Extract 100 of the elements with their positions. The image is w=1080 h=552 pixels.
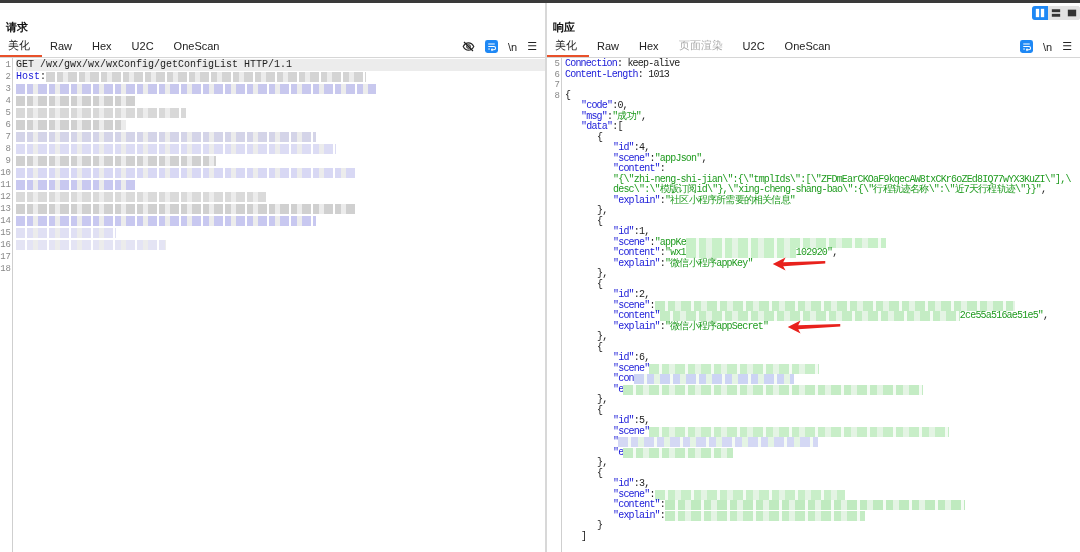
line-number: 7 bbox=[4, 131, 12, 143]
code-text: :4, bbox=[633, 143, 650, 153]
code-text: , bbox=[701, 153, 707, 164]
header-key: "id" bbox=[613, 479, 634, 490]
code-text: :0, bbox=[612, 101, 628, 111]
header-key: "msg" bbox=[581, 111, 607, 122]
header-key: Content-Length bbox=[565, 69, 638, 80]
tab[interactable]: U2C bbox=[734, 36, 777, 57]
header-key: "scene" bbox=[613, 237, 650, 248]
header-key: "id" bbox=[613, 353, 634, 364]
code-text: , bbox=[832, 248, 838, 259]
line-number: 4 bbox=[4, 95, 12, 107]
header-key: " bbox=[613, 437, 619, 448]
tab[interactable]: Hex bbox=[631, 36, 671, 57]
code-text: , bbox=[641, 111, 647, 122]
code-text: { bbox=[597, 132, 603, 143]
code-text: :2, bbox=[633, 290, 650, 300]
toolbar-button[interactable]: \n bbox=[507, 40, 518, 53]
code-text: }, bbox=[597, 332, 608, 343]
line-number: 3 bbox=[4, 83, 12, 95]
code-text: : bbox=[659, 321, 665, 332]
tab[interactable]: 美化 bbox=[547, 36, 589, 57]
header-key: "scene" bbox=[613, 489, 650, 500]
tab[interactable]: OneScan bbox=[165, 36, 232, 57]
code-text: : 1013 bbox=[637, 69, 670, 80]
code-text: { bbox=[597, 405, 603, 416]
tab[interactable]: Raw bbox=[42, 36, 84, 57]
header-key: "scene" bbox=[613, 300, 650, 311]
string-value: "{\"zhi-neng-shi-jian\":{\"tmplIds\":[\"ZFDmEarCKOaF9kqecAW8txCKr6oZEd8IQ77wYX3KuZI\"],\ bbox=[613, 174, 1071, 185]
toolbar-button[interactable]: ☰ bbox=[527, 40, 537, 53]
code-text: : bbox=[659, 164, 665, 174]
header-key: "code" bbox=[581, 101, 613, 112]
layout-toggle[interactable] bbox=[1064, 6, 1080, 20]
line-number: 7 bbox=[553, 80, 561, 91]
code-text: }, bbox=[597, 206, 608, 217]
code-text: { bbox=[597, 342, 603, 353]
tab[interactable]: U2C bbox=[123, 36, 166, 57]
header-key: "explain" bbox=[613, 510, 660, 521]
code-text: :[ bbox=[612, 122, 623, 133]
line-number: 16 bbox=[0, 239, 12, 251]
wrap-icon[interactable] bbox=[484, 40, 498, 53]
string-value: "社区小程序所需要的相关信息" bbox=[665, 195, 796, 206]
header-key: "data" bbox=[581, 122, 613, 133]
line-number: 6 bbox=[553, 69, 561, 80]
line-number: 12 bbox=[0, 191, 12, 203]
code-text: : bbox=[649, 237, 655, 248]
tab[interactable]: Hex bbox=[84, 36, 124, 57]
toolbar-button[interactable]: \n bbox=[1042, 40, 1053, 53]
code-text: :6, bbox=[633, 353, 650, 363]
line-number: 17 bbox=[0, 251, 12, 263]
header-key: "content" bbox=[613, 500, 660, 511]
header-key: "scene" bbox=[613, 363, 650, 374]
string-value: 2ce55a516ae51e5" bbox=[959, 311, 1044, 322]
string-value: "appJson" bbox=[654, 153, 702, 164]
header-key: "scene" bbox=[613, 426, 650, 437]
line-number: 13 bbox=[0, 203, 12, 215]
line-number: 8 bbox=[553, 90, 561, 101]
string-value: "wx1 bbox=[665, 248, 686, 258]
line-number: 11 bbox=[0, 179, 12, 191]
line-number: 5 bbox=[553, 59, 561, 70]
code-text: { bbox=[597, 216, 603, 227]
tab[interactable]: 美化 bbox=[0, 36, 42, 57]
line-number: 5 bbox=[4, 107, 12, 119]
code-text: : bbox=[659, 248, 665, 259]
line-number: 1 bbox=[4, 59, 12, 71]
line-number: 9 bbox=[4, 155, 12, 167]
header-key: "explain" bbox=[613, 258, 660, 269]
header-key: "id" bbox=[613, 227, 634, 238]
code-text: : bbox=[649, 153, 655, 164]
code-text: ] bbox=[581, 531, 587, 542]
code-text: GET /wx/gwx/wx/wxConfig/getConfigList HTTP/1.1 bbox=[16, 59, 293, 71]
pane-title: 请求 bbox=[5, 20, 29, 35]
header-key: "explain" bbox=[613, 195, 660, 206]
code-text: : bbox=[659, 258, 665, 269]
eye-off-icon[interactable] bbox=[461, 40, 475, 53]
toolbar-button[interactable]: ☰ bbox=[1062, 40, 1072, 53]
line-number: 2 bbox=[4, 71, 12, 83]
line-number: 10 bbox=[0, 167, 12, 179]
code-text: { bbox=[565, 90, 571, 101]
header-key: "content" bbox=[613, 311, 660, 322]
string-value: "微信小程序appKey" bbox=[665, 258, 753, 269]
tab[interactable]: OneScan bbox=[776, 36, 843, 57]
code-text: , bbox=[1041, 185, 1047, 196]
string-value: desc\":\"模版订阅id\"},\"xing-cheng-shang-bao\":{\"行程轨迹名称\":\"近7天行程轨迹\"}}" bbox=[613, 185, 1042, 195]
code-text: , bbox=[1043, 311, 1049, 322]
layout-toggle[interactable] bbox=[1048, 6, 1064, 20]
string-value: "成功" bbox=[612, 111, 642, 122]
code-text: : bbox=[659, 510, 665, 521]
string-value: "appKe bbox=[654, 237, 686, 248]
header-key: Host bbox=[16, 71, 40, 83]
string-value: 102920" bbox=[795, 248, 833, 259]
code-text: : bbox=[607, 111, 613, 122]
string-value: "微信小程序appSecret" bbox=[665, 321, 769, 332]
layout-toggle[interactable] bbox=[1032, 6, 1048, 20]
tab[interactable]: Raw bbox=[589, 36, 631, 57]
line-number: 14 bbox=[0, 215, 12, 227]
header-key: "con bbox=[613, 374, 634, 385]
code-text: }, bbox=[597, 458, 608, 469]
wrap-icon[interactable] bbox=[1019, 40, 1033, 53]
code-text: : bbox=[649, 489, 655, 500]
